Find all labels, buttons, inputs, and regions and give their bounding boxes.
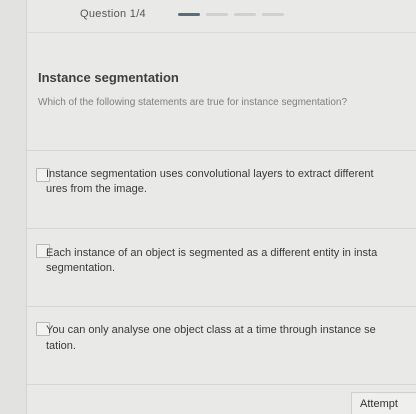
bottom-divider [26,384,416,385]
option-2-line-1: Each instance of an object is segmented … [46,247,378,259]
option-2-line-2: segmentation. [46,262,116,274]
attempt-button[interactable]: Attempt [351,392,416,414]
question-title: Instance segmentation [38,70,179,85]
answer-option-2[interactable]: Each instance of an object is segmented … [26,228,416,298]
progress-indicator [178,13,284,16]
progress-step-2 [206,13,228,16]
header-divider [26,32,416,33]
option-divider [26,228,416,229]
option-3-line-1: You can only analyse one object class at… [46,324,376,336]
answer-option-1[interactable]: Instance segmentation uses convolutional… [26,150,416,220]
quiz-page: Question 1/4 Instance segmentation Which… [0,0,416,414]
option-1-line-2: ures from the image. [46,183,147,195]
question-counter: Question 1/4 [80,8,146,20]
progress-step-3 [234,13,256,16]
answer-option-3[interactable]: You can only analyse one object class at… [26,306,416,384]
option-1-line-1: Instance segmentation uses convolutional… [46,168,374,180]
left-sidebar-strip [0,0,27,414]
progress-step-1 [178,13,200,16]
progress-step-4 [262,13,284,16]
question-text: Which of the following statements are tr… [38,97,348,108]
option-divider [26,306,416,307]
option-divider [26,384,416,385]
option-3-line-2: tation. [46,340,76,352]
option-divider [26,150,416,151]
